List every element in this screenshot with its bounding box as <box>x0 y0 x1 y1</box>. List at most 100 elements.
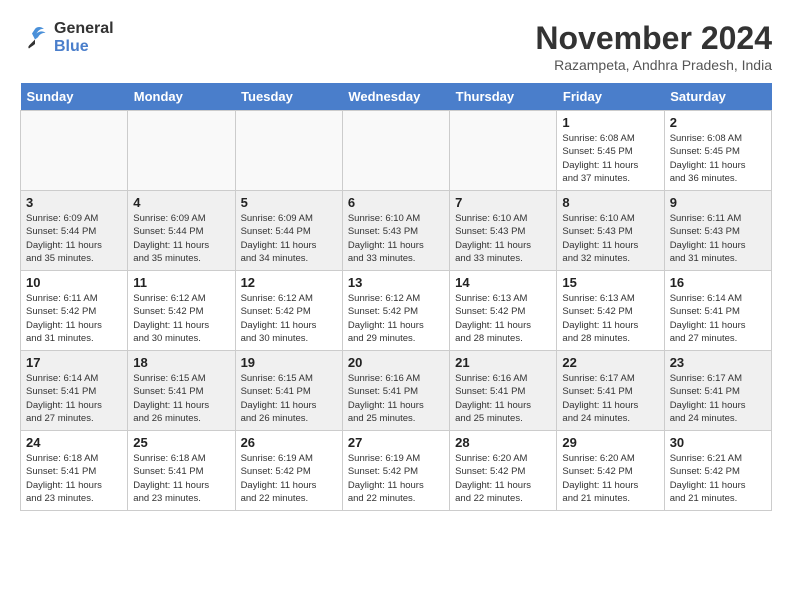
day-info: Sunrise: 6:16 AM Sunset: 5:41 PM Dayligh… <box>348 372 444 425</box>
day-number: 28 <box>455 435 551 450</box>
calendar-table: SundayMondayTuesdayWednesdayThursdayFrid… <box>20 83 772 511</box>
day-number: 5 <box>241 195 337 210</box>
day-number: 27 <box>348 435 444 450</box>
day-info: Sunrise: 6:13 AM Sunset: 5:42 PM Dayligh… <box>562 292 658 345</box>
calendar-day-7: 7 Sunrise: 6:10 AM Sunset: 5:43 PM Daylig… <box>450 191 557 271</box>
day-info: Sunrise: 6:12 AM Sunset: 5:42 PM Dayligh… <box>348 292 444 345</box>
day-number: 21 <box>455 355 551 370</box>
calendar-day-27: 27 Sunrise: 6:19 AM Sunset: 5:42 PM Dayli… <box>342 431 449 511</box>
day-info: Sunrise: 6:17 AM Sunset: 5:41 PM Dayligh… <box>562 372 658 425</box>
calendar-day-30: 30 Sunrise: 6:21 AM Sunset: 5:42 PM Dayli… <box>664 431 771 511</box>
day-info: Sunrise: 6:19 AM Sunset: 5:42 PM Dayligh… <box>348 452 444 505</box>
title-section: November 2024 Razampeta, Andhra Pradesh,… <box>535 20 772 73</box>
day-number: 15 <box>562 275 658 290</box>
location: Razampeta, Andhra Pradesh, India <box>535 57 772 73</box>
day-info: Sunrise: 6:18 AM Sunset: 5:41 PM Dayligh… <box>133 452 229 505</box>
day-info: Sunrise: 6:10 AM Sunset: 5:43 PM Dayligh… <box>562 212 658 265</box>
calendar-day-9: 9Sunrise: 6:11 AM Sunset: 5:43 PM Daylig… <box>664 191 771 271</box>
day-info: Sunrise: 6:17 AM Sunset: 5:41 PM Dayligh… <box>670 372 766 425</box>
day-number: 30 <box>670 435 766 450</box>
calendar-week-5: 24Sunrise: 6:18 AM Sunset: 5:41 PM Dayli… <box>21 431 772 511</box>
day-info: Sunrise: 6:14 AM Sunset: 5:41 PM Dayligh… <box>26 372 122 425</box>
calendar-week-3: 10 Sunrise: 6:11 AM Sunset: 5:42 PM Dayli… <box>21 271 772 351</box>
calendar-day-13: 13 Sunrise: 6:12 AM Sunset: 5:42 PM Dayli… <box>342 271 449 351</box>
day-number: 16 <box>670 275 766 290</box>
day-info: Sunrise: 6:10 AM Sunset: 5:43 PM Dayligh… <box>348 212 444 265</box>
day-info: Sunrise: 6:20 AM Sunset: 5:42 PM Dayligh… <box>455 452 551 505</box>
calendar-day-empty <box>21 111 128 191</box>
day-number: 8 <box>562 195 658 210</box>
day-number: 26 <box>241 435 337 450</box>
day-number: 25 <box>133 435 229 450</box>
day-info: Sunrise: 6:09 AM Sunset: 5:44 PM Dayligh… <box>241 212 337 265</box>
calendar-day-empty <box>342 111 449 191</box>
day-info: Sunrise: 6:16 AM Sunset: 5:41 PM Dayligh… <box>455 372 551 425</box>
weekday-header-sunday: Sunday <box>21 83 128 111</box>
day-info: Sunrise: 6:14 AM Sunset: 5:41 PM Dayligh… <box>670 292 766 345</box>
day-info: Sunrise: 6:08 AM Sunset: 5:45 PM Dayligh… <box>670 132 766 185</box>
weekday-header-thursday: Thursday <box>450 83 557 111</box>
calendar-day-19: 19 Sunrise: 6:15 AM Sunset: 5:41 PM Dayli… <box>235 351 342 431</box>
day-number: 18 <box>133 355 229 370</box>
calendar-day-21: 21 Sunrise: 6:16 AM Sunset: 5:41 PM Dayli… <box>450 351 557 431</box>
day-number: 19 <box>241 355 337 370</box>
day-number: 17 <box>26 355 122 370</box>
day-info: Sunrise: 6:10 AM Sunset: 5:43 PM Dayligh… <box>455 212 551 265</box>
day-info: Sunrise: 6:09 AM Sunset: 5:44 PM Dayligh… <box>133 212 229 265</box>
day-number: 10 <box>26 275 122 290</box>
day-number: 6 <box>348 195 444 210</box>
day-info: Sunrise: 6:08 AM Sunset: 5:45 PM Dayligh… <box>562 132 658 185</box>
calendar-day-25: 25 Sunrise: 6:18 AM Sunset: 5:41 PM Dayli… <box>128 431 235 511</box>
day-info: Sunrise: 6:18 AM Sunset: 5:41 PM Dayligh… <box>26 452 122 505</box>
day-number: 4 <box>133 195 229 210</box>
logo-line1: General <box>54 20 114 38</box>
day-number: 1 <box>562 115 658 130</box>
day-number: 7 <box>455 195 551 210</box>
day-number: 20 <box>348 355 444 370</box>
day-info: Sunrise: 6:11 AM Sunset: 5:42 PM Dayligh… <box>26 292 122 345</box>
weekday-header-wednesday: Wednesday <box>342 83 449 111</box>
calendar-day-20: 20 Sunrise: 6:16 AM Sunset: 5:41 PM Dayli… <box>342 351 449 431</box>
calendar-day-5: 5 Sunrise: 6:09 AM Sunset: 5:44 PM Daylig… <box>235 191 342 271</box>
calendar-day-24: 24Sunrise: 6:18 AM Sunset: 5:41 PM Dayli… <box>21 431 128 511</box>
day-info: Sunrise: 6:12 AM Sunset: 5:42 PM Dayligh… <box>241 292 337 345</box>
day-info: Sunrise: 6:11 AM Sunset: 5:43 PM Dayligh… <box>670 212 766 265</box>
calendar-day-22: 22 Sunrise: 6:17 AM Sunset: 5:41 PM Dayli… <box>557 351 664 431</box>
day-info: Sunrise: 6:21 AM Sunset: 5:42 PM Dayligh… <box>670 452 766 505</box>
day-info: Sunrise: 6:20 AM Sunset: 5:42 PM Dayligh… <box>562 452 658 505</box>
calendar-day-8: 8 Sunrise: 6:10 AM Sunset: 5:43 PM Daylig… <box>557 191 664 271</box>
calendar-day-1: 1 Sunrise: 6:08 AM Sunset: 5:45 PM Daylig… <box>557 111 664 191</box>
weekday-header-monday: Monday <box>128 83 235 111</box>
calendar-day-28: 28 Sunrise: 6:20 AM Sunset: 5:42 PM Dayli… <box>450 431 557 511</box>
calendar-day-3: 3Sunrise: 6:09 AM Sunset: 5:44 PM Daylig… <box>21 191 128 271</box>
page-header: General Blue November 2024 Razampeta, An… <box>20 20 772 73</box>
day-number: 14 <box>455 275 551 290</box>
calendar-day-16: 16 Sunrise: 6:14 AM Sunset: 5:41 PM Dayli… <box>664 271 771 351</box>
calendar-day-18: 18 Sunrise: 6:15 AM Sunset: 5:41 PM Dayli… <box>128 351 235 431</box>
calendar-day-10: 10 Sunrise: 6:11 AM Sunset: 5:42 PM Dayli… <box>21 271 128 351</box>
calendar-day-2: 2Sunrise: 6:08 AM Sunset: 5:45 PM Daylig… <box>664 111 771 191</box>
calendar-day-empty <box>235 111 342 191</box>
day-number: 22 <box>562 355 658 370</box>
calendar-day-empty <box>450 111 557 191</box>
day-info: Sunrise: 6:15 AM Sunset: 5:41 PM Dayligh… <box>241 372 337 425</box>
calendar-day-29: 29 Sunrise: 6:20 AM Sunset: 5:42 PM Dayli… <box>557 431 664 511</box>
calendar-day-empty <box>128 111 235 191</box>
day-info: Sunrise: 6:13 AM Sunset: 5:42 PM Dayligh… <box>455 292 551 345</box>
calendar-day-17: 17 Sunrise: 6:14 AM Sunset: 5:41 PM Dayli… <box>21 351 128 431</box>
calendar-day-14: 14 Sunrise: 6:13 AM Sunset: 5:42 PM Dayli… <box>450 271 557 351</box>
day-number: 29 <box>562 435 658 450</box>
day-info: Sunrise: 6:19 AM Sunset: 5:42 PM Dayligh… <box>241 452 337 505</box>
day-number: 11 <box>133 275 229 290</box>
day-number: 13 <box>348 275 444 290</box>
month-title: November 2024 <box>535 20 772 57</box>
logo: General Blue <box>20 20 114 55</box>
day-number: 12 <box>241 275 337 290</box>
calendar-week-1: 1 Sunrise: 6:08 AM Sunset: 5:45 PM Daylig… <box>21 111 772 191</box>
day-info: Sunrise: 6:12 AM Sunset: 5:42 PM Dayligh… <box>133 292 229 345</box>
calendar-day-4: 4 Sunrise: 6:09 AM Sunset: 5:44 PM Daylig… <box>128 191 235 271</box>
calendar-day-26: 26 Sunrise: 6:19 AM Sunset: 5:42 PM Dayli… <box>235 431 342 511</box>
calendar-week-2: 3Sunrise: 6:09 AM Sunset: 5:44 PM Daylig… <box>21 191 772 271</box>
day-info: Sunrise: 6:09 AM Sunset: 5:44 PM Dayligh… <box>26 212 122 265</box>
day-info: Sunrise: 6:15 AM Sunset: 5:41 PM Dayligh… <box>133 372 229 425</box>
